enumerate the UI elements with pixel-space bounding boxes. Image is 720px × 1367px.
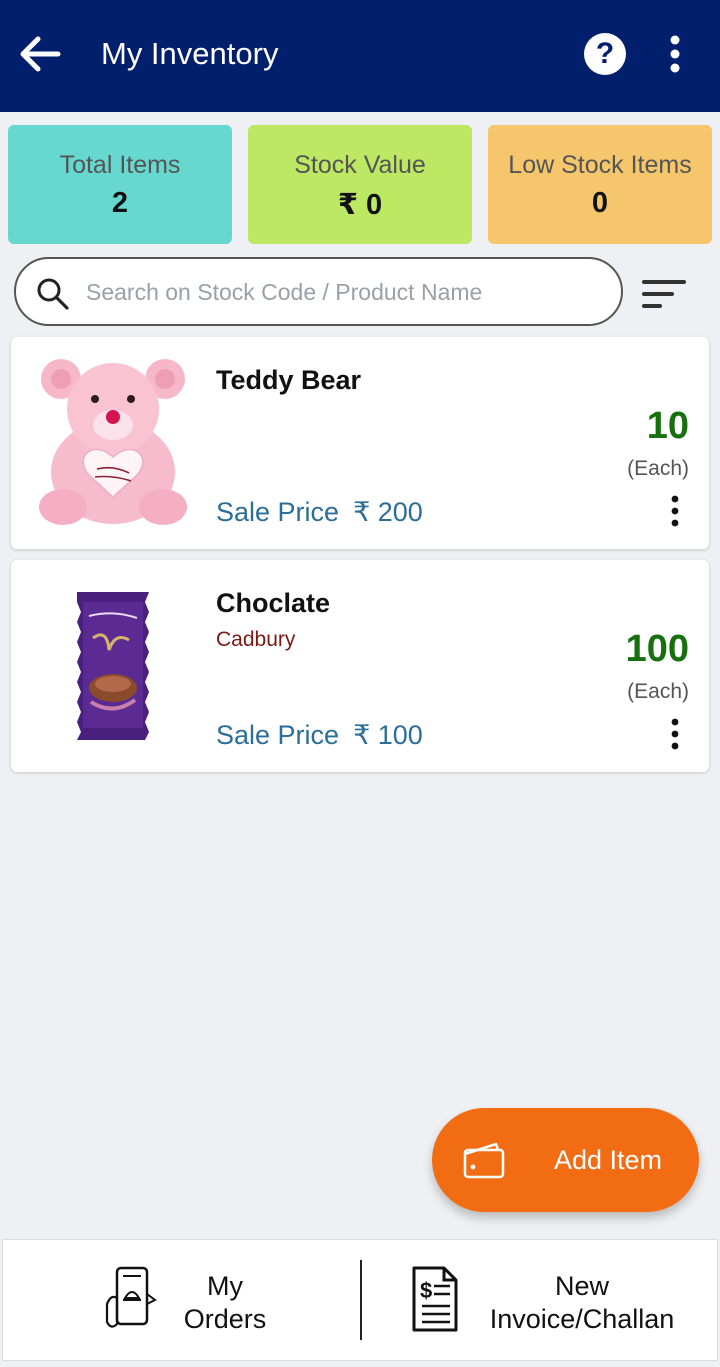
item-quantity: 10 — [646, 405, 689, 447]
my-orders-label: My Orders — [175, 1270, 275, 1336]
stat-total-items[interactable]: Total Items 2 — [8, 125, 232, 244]
wallet-icon — [463, 1142, 505, 1179]
new-invoice-label: New Invoice/Challan — [472, 1270, 692, 1336]
price-value: ₹ 200 — [353, 497, 423, 527]
stat-stock-value[interactable]: Stock Value ₹ 0 — [248, 125, 472, 244]
item-sale-price: Sale Price ₹ 200 — [216, 497, 423, 528]
inventory-item-card[interactable]: Teddy Bear Sale Price ₹ 200 10 (Each) — [11, 337, 709, 549]
teddy-bear-image — [39, 359, 187, 525]
sort-filter-icon[interactable] — [642, 278, 686, 310]
item-unit: (Each) — [627, 457, 689, 480]
item-sale-price: Sale Price ₹ 100 — [216, 720, 423, 751]
my-orders-button[interactable]: My Orders — [3, 1240, 360, 1362]
item-name: Teddy Bear — [216, 365, 362, 395]
item-more-icon[interactable] — [665, 495, 685, 527]
add-item-label: Add Item — [554, 1145, 663, 1175]
more-vert-icon[interactable] — [663, 34, 687, 74]
item-brand: Cadbury — [216, 628, 296, 651]
inventory-item-card[interactable]: Choclate Cadbury Sale Price ₹ 100 100 (Ea… — [11, 560, 709, 772]
label-line: My — [207, 1271, 243, 1301]
stat-label: Total Items — [59, 151, 181, 179]
new-invoice-button[interactable]: $ New Invoice/Challan — [362, 1240, 719, 1362]
item-unit: (Each) — [627, 680, 689, 703]
page-title: My Inventory — [101, 36, 279, 71]
chocolate-image — [77, 592, 149, 740]
label-line: Orders — [183, 1304, 267, 1334]
search-bar — [14, 257, 623, 326]
svg-text:$: $ — [420, 1278, 432, 1303]
search-icon — [37, 278, 69, 310]
price-value: ₹ 100 — [353, 720, 423, 750]
stat-low-stock-items[interactable]: Low Stock Items 0 — [488, 125, 712, 244]
mobile-orders-icon — [105, 1266, 157, 1328]
price-label: Sale Price — [216, 497, 340, 527]
app-bar: My Inventory ? — [0, 0, 720, 112]
back-arrow-icon[interactable] — [18, 34, 62, 74]
stat-value: 2 — [111, 187, 129, 219]
stat-value: ₹ 0 — [337, 189, 383, 221]
stat-label: Low Stock Items — [508, 151, 692, 179]
invoice-icon: $ — [412, 1266, 458, 1332]
label-line: Invoice/Challan — [489, 1304, 675, 1334]
price-label: Sale Price — [216, 720, 340, 750]
help-icon[interactable]: ? — [584, 33, 626, 75]
stat-label: Stock Value — [294, 151, 426, 179]
item-more-icon[interactable] — [665, 718, 685, 750]
item-name: Choclate — [216, 588, 331, 618]
add-item-button[interactable]: Add Item — [432, 1108, 699, 1212]
item-quantity: 100 — [625, 628, 689, 670]
search-input[interactable] — [86, 273, 606, 311]
bottom-navigation: My Orders $ New Invoice/Challan — [2, 1239, 718, 1361]
label-line: New — [554, 1271, 609, 1301]
stat-value: 0 — [591, 187, 609, 219]
